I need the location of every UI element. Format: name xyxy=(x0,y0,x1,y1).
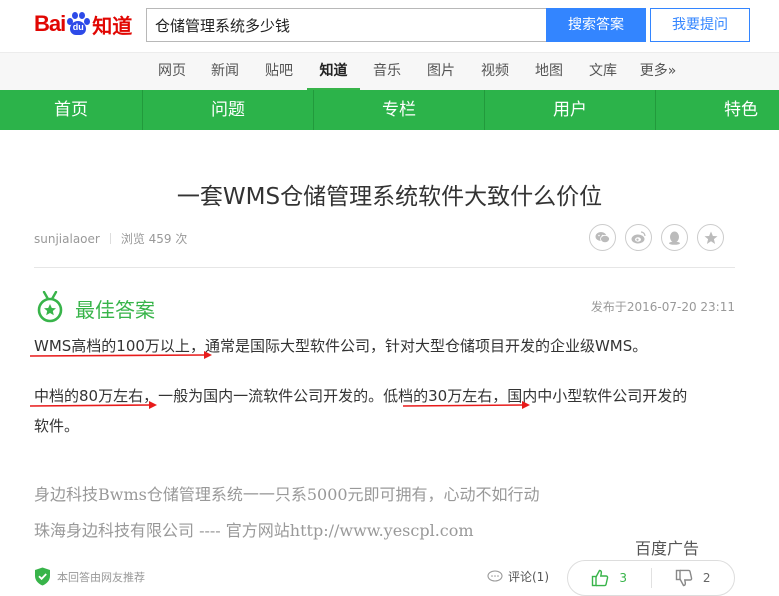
upvote-button[interactable]: 3 xyxy=(568,569,651,587)
comment-icon xyxy=(487,570,503,582)
upvote-count: 3 xyxy=(619,571,628,585)
comment-button[interactable]: 评论(1) xyxy=(487,568,549,585)
ad-label: 百度广告 xyxy=(635,539,700,558)
thumbs-down-icon xyxy=(675,569,693,587)
red-underline-annotations xyxy=(29,351,530,409)
downvote-count: 2 xyxy=(702,571,711,585)
shield-check-icon xyxy=(35,567,50,586)
thumbs-up-icon xyxy=(592,569,609,587)
ad-line-1[interactable]: 身边科技Bwms仓储管理系统一一只系5000元即可拥有，心动不如行动 xyxy=(34,481,540,505)
recommend-text: 本回答由网友推荐 xyxy=(57,570,145,584)
ad-line-2[interactable]: 珠海身边科技有限公司 ---- 官方网站http://www.yescpl.co… xyxy=(34,517,474,541)
vote-box: 3 2 xyxy=(567,560,735,596)
downvote-button[interactable]: 2 xyxy=(652,569,735,587)
comment-count: 评论(1) xyxy=(508,570,549,584)
recommended-note: 本回答由网友推荐 xyxy=(34,567,145,586)
